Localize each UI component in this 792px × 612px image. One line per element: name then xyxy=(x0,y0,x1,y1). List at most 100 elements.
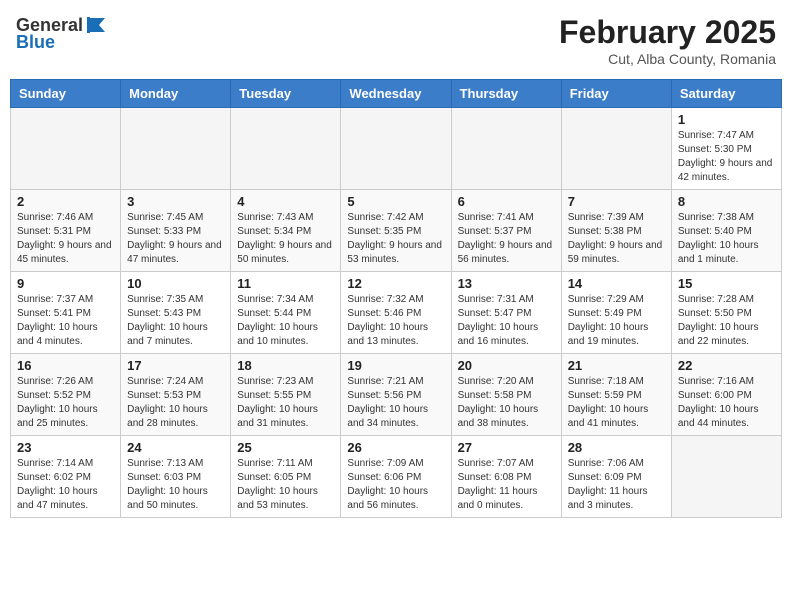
day-number: 28 xyxy=(568,440,665,455)
calendar-cell: 7 Sunrise: 7:39 AM Sunset: 5:38 PM Daylig… xyxy=(561,190,671,272)
col-friday: Friday xyxy=(561,80,671,108)
col-saturday: Saturday xyxy=(671,80,781,108)
calendar-cell: 17 Sunrise: 7:24 AM Sunset: 5:53 PM Dayli… xyxy=(121,354,231,436)
calendar-cell xyxy=(671,436,781,518)
calendar-cell: 10Sunrise: 7:35 AM Sunset: 5:43 PM Dayli… xyxy=(121,272,231,354)
calendar-cell: 2 Sunrise: 7:46 AM Sunset: 5:31 PM Daylig… xyxy=(11,190,121,272)
calendar-cell: 15 Sunrise: 7:28 AM Sunset: 5:50 PM Dayli… xyxy=(671,272,781,354)
calendar-cell xyxy=(231,108,341,190)
calendar-cell: 14Sunrise: 7:29 AM Sunset: 5:49 PM Dayli… xyxy=(561,272,671,354)
month-title: February 2025 xyxy=(559,14,776,51)
day-number: 3 xyxy=(127,194,224,209)
calendar-cell xyxy=(11,108,121,190)
calendar-cell: 22 Sunrise: 7:16 AM Sunset: 6:00 PM Dayli… xyxy=(671,354,781,436)
logo: General Blue xyxy=(16,14,107,53)
calendar-cell: 19 Sunrise: 7:21 AM Sunset: 5:56 PM Dayli… xyxy=(341,354,451,436)
calendar-cell xyxy=(561,108,671,190)
day-info: Sunrise: 7:38 AM Sunset: 5:40 PM Dayligh… xyxy=(678,211,775,267)
day-info: Sunrise: 7:39 AM Sunset: 5:38 PM Dayligh… xyxy=(568,211,665,267)
day-info: Sunrise: 7:41 AM Sunset: 5:37 PM Dayligh… xyxy=(458,211,555,267)
day-number: 16 xyxy=(17,358,114,373)
day-info: Sunrise: 7:31 AM Sunset: 5:47 PM Dayligh… xyxy=(458,293,555,349)
calendar-cell: 21 Sunrise: 7:18 AM Sunset: 5:59 PM Dayli… xyxy=(561,354,671,436)
calendar-cell xyxy=(121,108,231,190)
calendar-cell: 6 Sunrise: 7:41 AM Sunset: 5:37 PM Daylig… xyxy=(451,190,561,272)
day-info: Sunrise: 7:47 AM Sunset: 5:30 PM Dayligh… xyxy=(678,129,775,185)
location: Cut, Alba County, Romania xyxy=(559,51,776,67)
calendar-cell: 23 Sunrise: 7:14 AM Sunset: 6:02 PM Dayli… xyxy=(11,436,121,518)
calendar-cell: 11 Sunrise: 7:34 AM Sunset: 5:44 PM Dayli… xyxy=(231,272,341,354)
day-info: Sunrise: 7:21 AM Sunset: 5:56 PM Dayligh… xyxy=(347,375,444,431)
day-number: 27 xyxy=(458,440,555,455)
day-number: 26 xyxy=(347,440,444,455)
calendar-header-row: Sunday Monday Tuesday Wednesday Thursday… xyxy=(11,80,782,108)
day-number: 15 xyxy=(678,276,775,291)
day-info: Sunrise: 7:07 AM Sunset: 6:08 PM Dayligh… xyxy=(458,457,555,513)
day-number: 12 xyxy=(347,276,444,291)
calendar-cell: 28 Sunrise: 7:06 AM Sunset: 6:09 PM Dayli… xyxy=(561,436,671,518)
day-number: 11 xyxy=(237,276,334,291)
col-thursday: Thursday xyxy=(451,80,561,108)
calendar-cell: 20 Sunrise: 7:20 AM Sunset: 5:58 PM Dayli… xyxy=(451,354,561,436)
logo-flag-icon xyxy=(85,14,107,36)
day-number: 13 xyxy=(458,276,555,291)
calendar-cell: 12 Sunrise: 7:32 AM Sunset: 5:46 PM Dayli… xyxy=(341,272,451,354)
day-info: Sunrise: 7:32 AM Sunset: 5:46 PM Dayligh… xyxy=(347,293,444,349)
day-info: Sunrise: 7:24 AM Sunset: 5:53 PM Dayligh… xyxy=(127,375,224,431)
day-number: 24 xyxy=(127,440,224,455)
col-tuesday: Tuesday xyxy=(231,80,341,108)
calendar-cell: 3 Sunrise: 7:45 AM Sunset: 5:33 PM Daylig… xyxy=(121,190,231,272)
logo-blue-text: Blue xyxy=(16,32,55,53)
day-info: Sunrise: 7:45 AM Sunset: 5:33 PM Dayligh… xyxy=(127,211,224,267)
calendar-cell: 26 Sunrise: 7:09 AM Sunset: 6:06 PM Dayli… xyxy=(341,436,451,518)
calendar-cell: 18 Sunrise: 7:23 AM Sunset: 5:55 PM Dayli… xyxy=(231,354,341,436)
day-number: 18 xyxy=(237,358,334,373)
day-info: Sunrise: 7:35 AM Sunset: 5:43 PM Dayligh… xyxy=(127,293,224,349)
day-info: Sunrise: 7:34 AM Sunset: 5:44 PM Dayligh… xyxy=(237,293,334,349)
day-number: 22 xyxy=(678,358,775,373)
calendar-cell: 5 Sunrise: 7:42 AM Sunset: 5:35 PM Daylig… xyxy=(341,190,451,272)
calendar-cell: 16 Sunrise: 7:26 AM Sunset: 5:52 PM Dayli… xyxy=(11,354,121,436)
calendar-cell xyxy=(451,108,561,190)
calendar-week-row: 1 Sunrise: 7:47 AM Sunset: 5:30 PM Daylig… xyxy=(11,108,782,190)
calendar-cell: 9Sunrise: 7:37 AM Sunset: 5:41 PM Daylig… xyxy=(11,272,121,354)
day-info: Sunrise: 7:43 AM Sunset: 5:34 PM Dayligh… xyxy=(237,211,334,267)
day-info: Sunrise: 7:26 AM Sunset: 5:52 PM Dayligh… xyxy=(17,375,114,431)
day-number: 25 xyxy=(237,440,334,455)
calendar-cell: 4Sunrise: 7:43 AM Sunset: 5:34 PM Daylig… xyxy=(231,190,341,272)
day-info: Sunrise: 7:46 AM Sunset: 5:31 PM Dayligh… xyxy=(17,211,114,267)
day-info: Sunrise: 7:11 AM Sunset: 6:05 PM Dayligh… xyxy=(237,457,334,513)
day-number: 8 xyxy=(678,194,775,209)
day-number: 2 xyxy=(17,194,114,209)
day-info: Sunrise: 7:06 AM Sunset: 6:09 PM Dayligh… xyxy=(568,457,665,513)
day-info: Sunrise: 7:20 AM Sunset: 5:58 PM Dayligh… xyxy=(458,375,555,431)
header: General Blue February 2025 Cut, Alba Cou… xyxy=(10,10,782,71)
day-info: Sunrise: 7:13 AM Sunset: 6:03 PM Dayligh… xyxy=(127,457,224,513)
col-monday: Monday xyxy=(121,80,231,108)
day-number: 17 xyxy=(127,358,224,373)
day-number: 5 xyxy=(347,194,444,209)
calendar-cell: 24 Sunrise: 7:13 AM Sunset: 6:03 PM Dayli… xyxy=(121,436,231,518)
day-info: Sunrise: 7:23 AM Sunset: 5:55 PM Dayligh… xyxy=(237,375,334,431)
calendar-cell: 27 Sunrise: 7:07 AM Sunset: 6:08 PM Dayli… xyxy=(451,436,561,518)
calendar-week-row: 2 Sunrise: 7:46 AM Sunset: 5:31 PM Daylig… xyxy=(11,190,782,272)
day-number: 6 xyxy=(458,194,555,209)
calendar-cell: 25 Sunrise: 7:11 AM Sunset: 6:05 PM Dayli… xyxy=(231,436,341,518)
day-info: Sunrise: 7:16 AM Sunset: 6:00 PM Dayligh… xyxy=(678,375,775,431)
day-info: Sunrise: 7:28 AM Sunset: 5:50 PM Dayligh… xyxy=(678,293,775,349)
day-number: 20 xyxy=(458,358,555,373)
day-number: 19 xyxy=(347,358,444,373)
day-number: 1 xyxy=(678,112,775,127)
col-wednesday: Wednesday xyxy=(341,80,451,108)
day-info: Sunrise: 7:14 AM Sunset: 6:02 PM Dayligh… xyxy=(17,457,114,513)
day-number: 7 xyxy=(568,194,665,209)
col-sunday: Sunday xyxy=(11,80,121,108)
calendar-cell xyxy=(341,108,451,190)
day-info: Sunrise: 7:42 AM Sunset: 5:35 PM Dayligh… xyxy=(347,211,444,267)
day-number: 23 xyxy=(17,440,114,455)
day-info: Sunrise: 7:09 AM Sunset: 6:06 PM Dayligh… xyxy=(347,457,444,513)
calendar-week-row: 9Sunrise: 7:37 AM Sunset: 5:41 PM Daylig… xyxy=(11,272,782,354)
day-number: 21 xyxy=(568,358,665,373)
day-info: Sunrise: 7:18 AM Sunset: 5:59 PM Dayligh… xyxy=(568,375,665,431)
calendar-week-row: 16 Sunrise: 7:26 AM Sunset: 5:52 PM Dayli… xyxy=(11,354,782,436)
